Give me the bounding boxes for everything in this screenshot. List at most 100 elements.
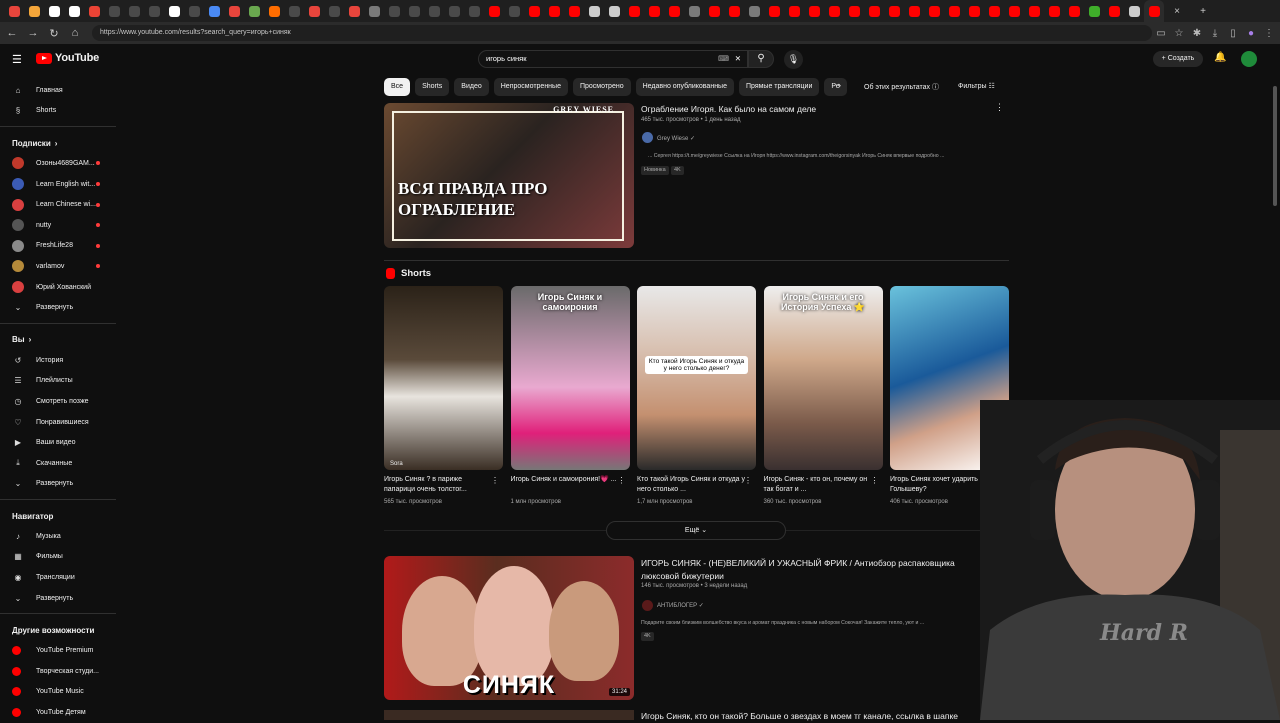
browser-tab[interactable] [884, 0, 904, 22]
sidebar-subscription[interactable]: varlamov [0, 256, 116, 277]
browser-tab[interactable] [1004, 0, 1024, 22]
forward-icon[interactable]: → [24, 27, 42, 39]
sidebar-item-more[interactable]: YouTube Music [0, 682, 116, 703]
sidebar-item-expand-subscriptions[interactable]: ⌄ Развернуть [0, 297, 116, 318]
sidebar-item-home[interactable]: ⌂ Главная [0, 80, 116, 101]
sidebar-item-shorts[interactable]: § Shorts [0, 101, 116, 122]
sidebar-item-you-2[interactable]: ◷ Смотреть позже [0, 391, 116, 412]
browser-tab[interactable] [904, 0, 924, 22]
browser-tab[interactable] [664, 0, 684, 22]
short-title[interactable]: Игорь Синяк - кто он, почему он так бога… [764, 475, 874, 495]
back-icon[interactable]: ← [3, 27, 21, 39]
video-thumbnail[interactable]: СИНЯК [384, 556, 634, 700]
browser-tab[interactable] [564, 0, 584, 22]
browser-tab[interactable] [144, 0, 164, 22]
filter-chip[interactable]: Прямые трансляции [738, 78, 820, 96]
video-title[interactable]: ИГОРЬ СИНЯК - (НЕ)ВЕЛИКИЙ И УЖАСНЫЙ ФРИК… [641, 557, 981, 583]
notifications-bell-icon[interactable]: 🔔 [1214, 52, 1226, 63]
short-title[interactable]: Игорь Синяк ? в париже папарици очень то… [384, 475, 494, 495]
menu-kebab-icon[interactable]: ⋮ [1260, 28, 1278, 39]
filter-chip[interactable]: Непросмотренные [493, 78, 568, 96]
browser-tab[interactable] [124, 0, 144, 22]
browser-tab[interactable] [344, 0, 364, 22]
channel-name[interactable]: Grey Wiese ✓ [657, 135, 695, 142]
browser-tab[interactable] [524, 0, 544, 22]
sidebar-subscription[interactable]: Юрий Хованский [0, 277, 116, 298]
browser-tab[interactable] [984, 0, 1004, 22]
browser-tab[interactable] [204, 0, 224, 22]
sidebar-item-you-5[interactable]: ⤓ Скачанные [0, 453, 116, 474]
chips-next-icon[interactable]: › [838, 80, 841, 90]
more-actions-icon[interactable]: ⋮ [618, 476, 626, 485]
profile-icon[interactable]: ● [1242, 28, 1260, 39]
subscriptions-heading[interactable]: Подписки › [0, 133, 116, 153]
browser-tab[interactable] [64, 0, 84, 22]
sidebar-subscription[interactable]: Learn Chinese wi... [0, 194, 116, 215]
account-avatar[interactable] [1241, 51, 1257, 67]
browser-tab[interactable] [544, 0, 564, 22]
browser-tab[interactable] [704, 0, 724, 22]
filter-chip[interactable]: Недавно опубликованные [635, 78, 734, 96]
browser-tab[interactable] [684, 0, 704, 22]
more-actions-icon[interactable]: ⋮ [871, 476, 879, 485]
sidebar-item-nav-1[interactable]: ▦ Фильмы [0, 547, 116, 568]
bookmark-star-icon[interactable]: ☆ [1170, 28, 1188, 39]
browser-tab[interactable] [104, 0, 124, 22]
browser-tab[interactable] [764, 0, 784, 22]
browser-tab[interactable] [44, 0, 64, 22]
browser-tab[interactable] [864, 0, 884, 22]
browser-tab[interactable] [784, 0, 804, 22]
browser-tab[interactable] [644, 0, 664, 22]
sidebar-item-you-0[interactable]: ↺ История [0, 350, 116, 371]
extensions-icon[interactable]: ✱ [1188, 28, 1206, 39]
filter-chip[interactable]: Просмотрено [572, 78, 631, 96]
sidebar-item-more[interactable]: YouTube Premium [0, 640, 116, 661]
sidebar-item-you-4[interactable]: ▶ Ваши видео [0, 432, 116, 453]
browser-tab[interactable] [804, 0, 824, 22]
youtube-logo[interactable]: YouTube [36, 52, 99, 64]
browser-tab[interactable] [464, 0, 484, 22]
sidebar-subscription[interactable]: Learn English wit... [0, 174, 116, 195]
sidebar-item-you-3[interactable]: ♡ Понравившиеся [0, 412, 116, 433]
browser-tab[interactable] [244, 0, 264, 22]
channel-avatar[interactable] [642, 132, 653, 143]
home-icon[interactable]: ⌂ [66, 27, 84, 39]
browser-tab[interactable] [164, 0, 184, 22]
filter-chip[interactable]: Видео [454, 78, 489, 96]
sidebar-item-more[interactable]: Творческая студи... [0, 661, 116, 682]
reload-icon[interactable]: ↻ [45, 27, 63, 40]
sidebar-item-you-1[interactable]: ☰ Плейлисты [0, 371, 116, 392]
filter-chip[interactable]: Ре [824, 78, 847, 96]
more-actions-icon[interactable]: ⋮ [744, 476, 752, 485]
sidepanel-icon[interactable]: ▯ [1224, 28, 1242, 39]
filter-chip[interactable]: Shorts [415, 78, 450, 96]
browser-tab[interactable] [304, 0, 324, 22]
browser-tab[interactable] [824, 0, 844, 22]
browser-tab[interactable] [944, 0, 964, 22]
browser-tab[interactable] [1064, 0, 1084, 22]
page-scrollbar[interactable] [1272, 46, 1278, 720]
filter-chip[interactable]: Все [384, 78, 411, 96]
browser-tab[interactable] [324, 0, 344, 22]
browser-tab[interactable] [24, 0, 44, 22]
browser-tab[interactable] [424, 0, 444, 22]
browser-tab[interactable] [364, 0, 384, 22]
browser-tab[interactable] [724, 0, 744, 22]
browser-tab[interactable] [1044, 0, 1064, 22]
more-actions-icon[interactable]: ⋮ [491, 476, 499, 485]
search-input[interactable]: игорь синяк ⌨ ✕ [478, 50, 748, 68]
about-results[interactable]: Об этих результатах ⓘ [864, 82, 939, 92]
browser-tab[interactable] [744, 0, 764, 22]
scrollbar-thumb[interactable] [1273, 86, 1277, 206]
install-icon[interactable]: ▭ [1152, 28, 1170, 39]
browser-tab[interactable] [384, 0, 404, 22]
new-tab-icon[interactable]: + [1190, 6, 1216, 17]
you-heading[interactable]: Вы › [0, 330, 116, 350]
browser-tab[interactable] [584, 0, 604, 22]
short-thumbnail[interactable]: Игорь Синяк и самоирония [510, 286, 630, 470]
short-thumbnail[interactable]: Игорь Синяк и его История Успеха ⭐ [763, 286, 883, 470]
voice-search-button[interactable]: 🎙 [784, 50, 803, 69]
address-bar[interactable]: https://www.youtube.com/results?search_q… [92, 25, 1152, 41]
sidebar-subscription[interactable]: Озоны4689GAM... [0, 153, 116, 174]
clear-search-icon[interactable]: ✕ [735, 51, 741, 67]
